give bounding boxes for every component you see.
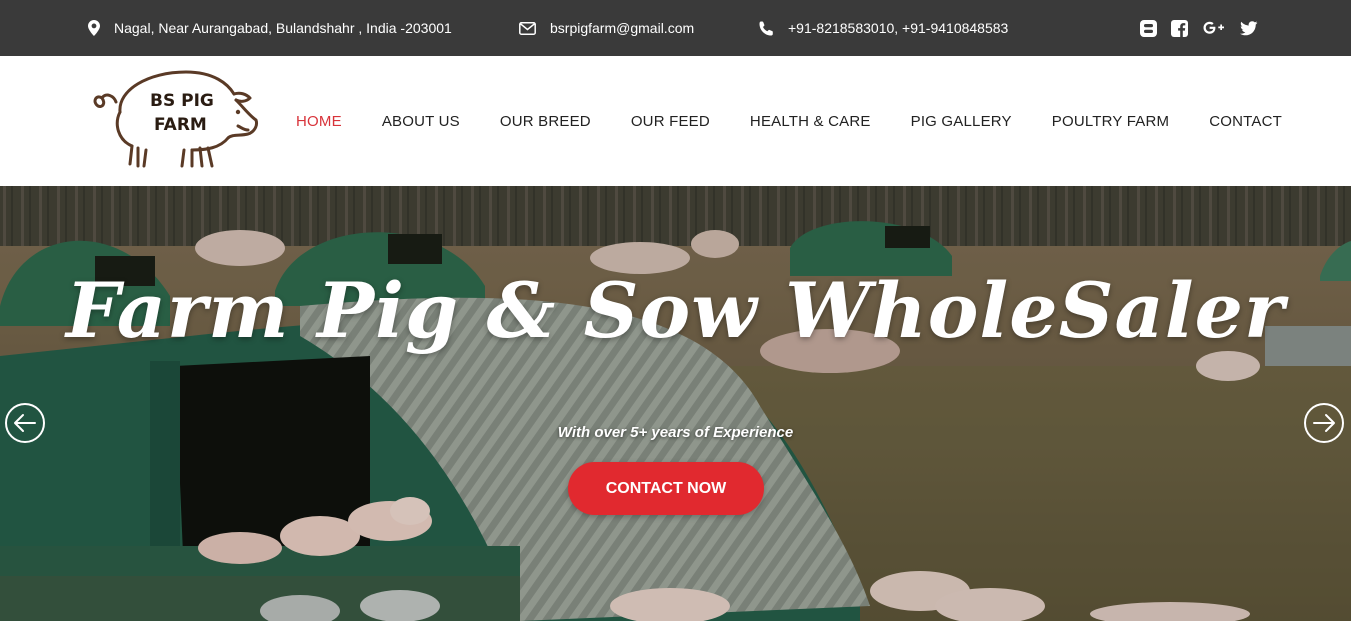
nav-pig-gallery[interactable]: PIG GALLERY (911, 113, 1012, 130)
nav-our-breed[interactable]: OUR BREED (500, 113, 591, 130)
logo-line-2: FARM (154, 115, 207, 135)
email-link[interactable]: bsrpigfarm@gmail.com (550, 20, 694, 36)
envelope-icon (519, 21, 536, 35)
address-info: Nagal, Near Aurangabad, Bulandshahr , In… (88, 0, 452, 56)
site-header: BS PIG FARM HOME ABOUT US OUR BREED OUR … (0, 56, 1351, 186)
hero-slider: Farm Pig & Sow WholeSaler With over 5+ y… (0, 186, 1351, 621)
phone-info[interactable]: +91-8218583010, +91-9410848583 (759, 0, 1008, 56)
blogger-icon[interactable] (1140, 19, 1157, 37)
phone-icon (759, 21, 774, 36)
facebook-icon[interactable] (1171, 19, 1188, 37)
hero-background-image (0, 186, 1351, 621)
hero-subtitle: With over 5+ years of Experience (557, 424, 794, 441)
nav-about-us[interactable]: ABOUT US (382, 113, 460, 130)
nav-health-care[interactable]: HEALTH & CARE (750, 113, 871, 130)
logo-line-1: BS PIG (150, 91, 214, 111)
arrow-left-circle-icon[interactable] (4, 402, 46, 444)
top-info-bar: Nagal, Near Aurangabad, Bulandshahr , In… (0, 0, 1351, 56)
nav-poultry-farm[interactable]: POULTRY FARM (1052, 113, 1169, 130)
contact-now-button[interactable]: CONTACT NOW (568, 462, 764, 515)
site-logo[interactable]: BS PIG FARM (88, 68, 260, 176)
twitter-icon[interactable] (1240, 20, 1258, 36)
nav-our-feed[interactable]: OUR FEED (631, 113, 710, 130)
email-info[interactable]: bsrpigfarm@gmail.com (519, 0, 694, 56)
nav-home[interactable]: HOME (296, 113, 342, 130)
arrow-right-circle-icon[interactable] (1303, 402, 1345, 444)
google-plus-icon[interactable] (1202, 20, 1226, 36)
map-marker-icon (88, 20, 100, 36)
phone-text[interactable]: +91-8218583010, +91-9410848583 (788, 20, 1008, 36)
hero-title: Farm Pig & Sow WholeSaler (65, 266, 1286, 355)
nav-contact[interactable]: CONTACT (1209, 113, 1282, 130)
main-nav: HOME ABOUT US OUR BREED OUR FEED HEALTH … (296, 56, 1282, 186)
address-text: Nagal, Near Aurangabad, Bulandshahr , In… (114, 20, 452, 36)
social-links (1140, 0, 1258, 56)
